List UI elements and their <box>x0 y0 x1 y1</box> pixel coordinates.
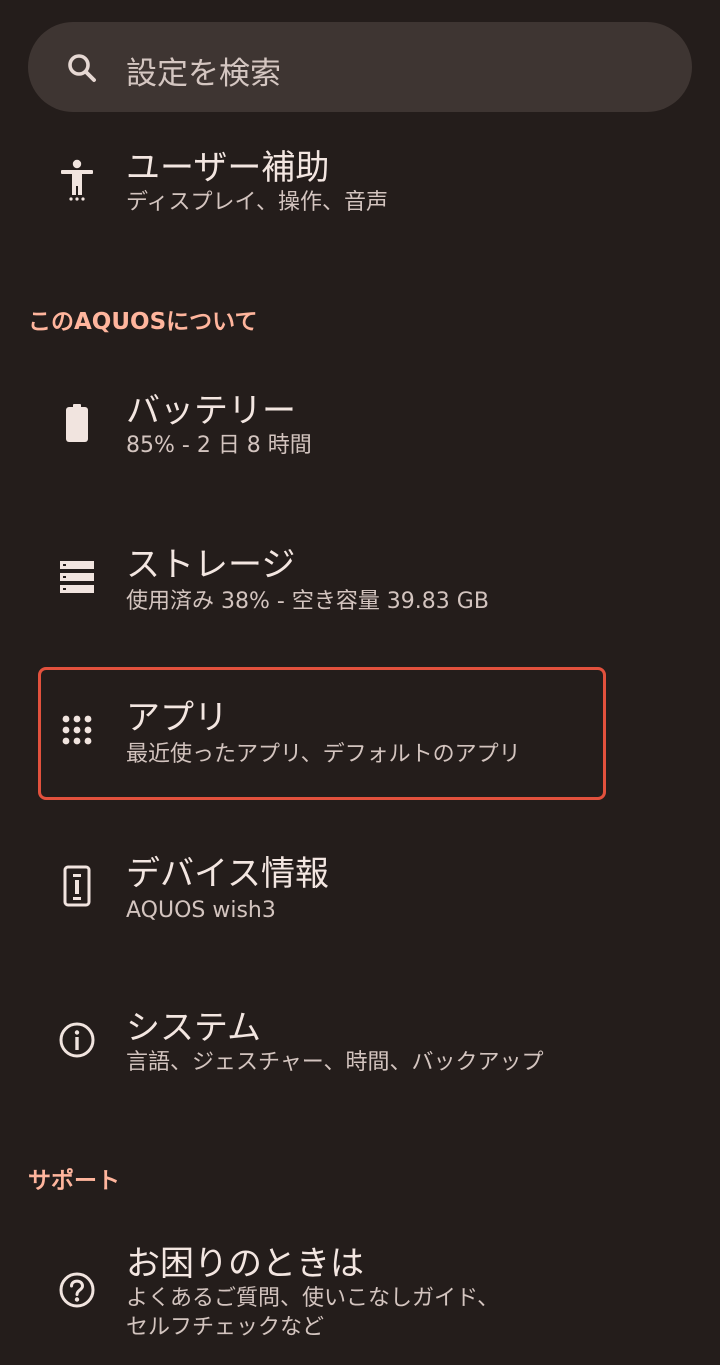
item-title: アプリ <box>126 698 228 738</box>
battery-icon <box>55 401 99 445</box>
settings-item-device-info[interactable]: デバイス情報 AQUOS wish3 <box>0 846 720 946</box>
settings-item-apps[interactable]: アプリ 最近使ったアプリ、デフォルトのアプリ <box>0 690 720 790</box>
item-subtitle-line2: セルフチェックなど <box>126 1315 325 1340</box>
item-subtitle: ディスプレイ、操作、音声 <box>126 190 389 215</box>
section-header-about: このAQUOSについて <box>28 309 258 335</box>
item-title: お困りのときは <box>126 1244 364 1284</box>
item-subtitle: 最近使ったアプリ、デフォルトのアプリ <box>126 742 521 767</box>
settings-item-battery[interactable]: バッテリー 85% - 2 日 8 時間 <box>0 383 720 483</box>
item-subtitle: 使用済み 38% - 空き容量 39.83 GB <box>126 589 489 614</box>
storage-icon <box>55 555 99 599</box>
item-title: デバイス情報 <box>126 854 329 894</box>
item-subtitle: AQUOS wish3 <box>126 898 276 923</box>
accessibility-icon <box>55 158 99 202</box>
settings-item-help[interactable]: お困りのときは よくあるご質問、使いこなしガイド、 セルフチェックなど <box>0 1236 720 1346</box>
settings-item-system[interactable]: システム 言語、ジェスチャー、時間、バックアップ <box>0 1000 720 1100</box>
item-subtitle: 言語、ジェスチャー、時間、バックアップ <box>126 1050 544 1075</box>
item-title: ユーザー補助 <box>126 148 330 188</box>
device-info-icon <box>55 864 99 908</box>
item-title: バッテリー <box>126 391 296 431</box>
help-icon <box>55 1268 99 1312</box>
item-subtitle: 85% - 2 日 8 時間 <box>126 433 312 458</box>
item-title: システム <box>126 1008 261 1048</box>
item-subtitle-line1: よくあるご質問、使いこなしガイド、 <box>126 1286 500 1311</box>
apps-grid-icon <box>55 708 99 752</box>
info-icon <box>55 1018 99 1062</box>
search-bar[interactable]: 設定を検索 <box>28 22 692 112</box>
item-title: ストレージ <box>126 545 296 585</box>
settings-item-storage[interactable]: ストレージ 使用済み 38% - 空き容量 39.83 GB <box>0 537 720 637</box>
section-header-support: サポート <box>28 1168 120 1194</box>
settings-item-accessibility[interactable]: ユーザー補助 ディスプレイ、操作、音声 <box>0 140 720 240</box>
search-icon <box>64 50 100 90</box>
search-input[interactable]: 設定を検索 <box>126 48 281 93</box>
